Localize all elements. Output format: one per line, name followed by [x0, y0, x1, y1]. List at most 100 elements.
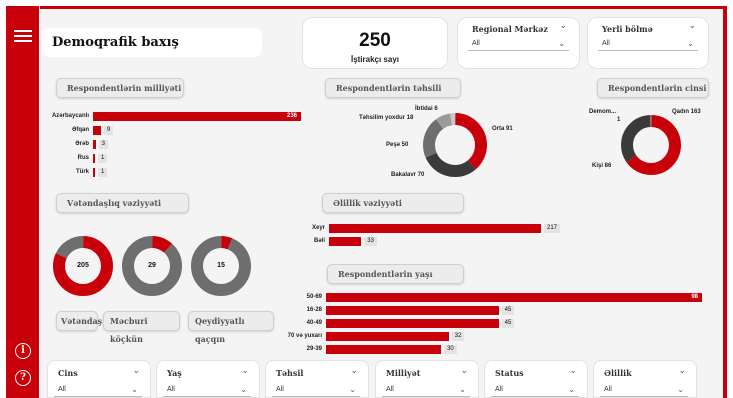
bottom-slicer-yaş: Yaş ⌄ All ⌄	[156, 360, 260, 398]
participant-count: 250	[359, 30, 391, 51]
slicer-dropdown[interactable]: All ⌄	[163, 383, 251, 397]
hamburger-menu-icon[interactable]	[14, 30, 32, 44]
citizenship-donut-value: 29	[148, 262, 156, 269]
gender-label-kisi: Kişi 86	[592, 163, 612, 169]
page-title: Demoqrafik baxış	[52, 35, 179, 50]
nationality-bar[interactable]	[93, 126, 101, 135]
chevron-down-icon[interactable]: ⌄	[241, 365, 249, 376]
age-bar[interactable]	[326, 319, 499, 328]
participant-count-label: İştirakçı sayı	[350, 55, 400, 64]
slicer-dropdown[interactable]: All ⌄	[491, 383, 579, 397]
bottom-slicer-cins: Cins ⌄ All ⌄	[47, 360, 151, 398]
slicer-title: Yaş	[167, 368, 182, 378]
disability-bar[interactable]	[329, 224, 541, 233]
age-value: 30	[444, 345, 457, 354]
age-bar[interactable]	[326, 345, 442, 354]
bottom-slicer-milliyət: Milliyət ⌄ All ⌄	[375, 360, 479, 398]
chevron-down-icon[interactable]: ⌄	[678, 365, 686, 376]
chevron-down-icon[interactable]: ⌄	[559, 20, 567, 31]
slicer-title: Milliyət	[386, 368, 421, 378]
age-value: 98	[691, 294, 698, 300]
help-icon[interactable]: ?	[15, 370, 31, 386]
disability-label: Xeyr	[311, 225, 325, 231]
nationality-label: Rus	[77, 155, 89, 161]
nationality-label: Əfqan	[71, 127, 89, 133]
gender-label-qadin: Qadın 163	[672, 109, 701, 115]
age-label: 29-39	[306, 346, 322, 352]
nationality-bar[interactable]	[93, 168, 95, 177]
slicer-title: Təhsil	[276, 368, 304, 378]
nationality-bar[interactable]	[93, 154, 95, 163]
age-label: 70 və yuxarı	[287, 333, 322, 339]
chevron-down-icon: ⌄	[131, 385, 138, 394]
dropdown-value: All	[604, 386, 612, 393]
right-frame	[723, 6, 727, 398]
nationality-value: 236	[286, 113, 297, 119]
disability-value: 217	[544, 224, 561, 233]
chevron-down-icon[interactable]: ⌄	[350, 365, 358, 376]
nationality-value: 1	[98, 154, 108, 163]
age-bar[interactable]	[326, 332, 449, 341]
age-bar[interactable]	[326, 306, 499, 315]
section-age[interactable]: Respondentlərin yaşı	[327, 264, 464, 284]
slicer-dropdown[interactable]: All ⌄	[600, 383, 688, 397]
age-label: 40-49	[306, 320, 322, 326]
slicer-title: Yerli bölmə	[602, 24, 653, 34]
local-unit-dropdown[interactable]: All ⌄	[598, 37, 698, 51]
section-education[interactable]: Respondentlərin təhsili	[325, 78, 461, 98]
education-label-ibtidai: İbtidai 6	[415, 106, 438, 112]
chevron-down-icon: ⌄	[568, 385, 575, 394]
nationality-value: 9	[103, 126, 114, 135]
section-citizenship[interactable]: Vətəndaşlıq vəziyyəti	[56, 193, 189, 213]
age-value: 45	[501, 319, 515, 328]
chevron-down-icon[interactable]: ⌄	[569, 365, 577, 376]
dropdown-value: All	[602, 40, 610, 47]
citizenship-button-vetendas[interactable]: Vətəndaş	[56, 311, 102, 331]
citizenship-button-mecburi[interactable]: Məcburi köçkün	[103, 311, 180, 344]
slicer-dropdown[interactable]: All ⌄	[54, 383, 142, 397]
dropdown-value: All	[472, 40, 480, 47]
gender-label-demom: Demom...	[589, 109, 617, 115]
nationality-label: Ərəb	[75, 141, 89, 147]
nationality-value: 3	[98, 140, 108, 149]
chevron-down-icon: ⌄	[240, 385, 247, 394]
nationality-label: Türk	[75, 169, 89, 175]
slicer-title: Status	[495, 368, 524, 378]
slicer-dropdown[interactable]: All ⌄	[382, 383, 470, 397]
chevron-down-icon: ⌄	[349, 385, 356, 394]
regional-center-slicer: Regional Mərkəz ⌄ All ⌄	[457, 17, 580, 69]
slicer-title: Əlillik	[604, 368, 632, 378]
education-label-tehsilim-yoxdur: Təhsilim yoxdur 18	[359, 115, 414, 121]
nationality-bar[interactable]	[93, 140, 96, 149]
disability-value: 33	[364, 237, 377, 246]
info-icon[interactable]: i	[15, 343, 31, 359]
age-value: 32	[451, 332, 465, 341]
section-disability[interactable]: Əlillik vəziyyəti	[322, 193, 464, 213]
citizenship-donut-value: 205	[77, 262, 89, 269]
nationality-value: 1	[98, 168, 108, 177]
age-value: 45	[501, 306, 515, 315]
section-gender[interactable]: Respondentlərin cinsi	[597, 78, 709, 98]
chevron-down-icon[interactable]: ⌄	[688, 20, 696, 31]
slicer-title: Regional Mərkəz	[472, 24, 548, 34]
chevron-down-icon[interactable]: ⌄	[132, 365, 140, 376]
dropdown-value: All	[167, 386, 175, 393]
education-label-orta: Orta 91	[492, 126, 513, 132]
age-label: 50-69	[306, 294, 322, 300]
disability-label: Bəli	[313, 238, 325, 244]
nationality-label: Azərbaycanlı	[51, 113, 89, 119]
dropdown-value: All	[276, 386, 284, 393]
slicer-title: Cins	[58, 368, 78, 378]
section-nationality[interactable]: Respondentlərin milliyəti	[56, 78, 184, 98]
bottom-slicer-status: Status ⌄ All ⌄	[484, 360, 588, 398]
chevron-down-icon: ⌄	[558, 39, 565, 48]
chevron-down-icon[interactable]: ⌄	[460, 365, 468, 376]
citizenship-donut-value: 15	[217, 262, 225, 269]
slicer-dropdown[interactable]: All ⌄	[272, 383, 360, 397]
dropdown-value: All	[495, 386, 503, 393]
age-label: 16-28	[306, 307, 322, 313]
gender-donut-chart	[621, 115, 681, 175]
sidebar: i ?	[6, 6, 39, 398]
regional-center-dropdown[interactable]: All ⌄	[468, 37, 569, 51]
disability-bar[interactable]	[329, 237, 362, 246]
